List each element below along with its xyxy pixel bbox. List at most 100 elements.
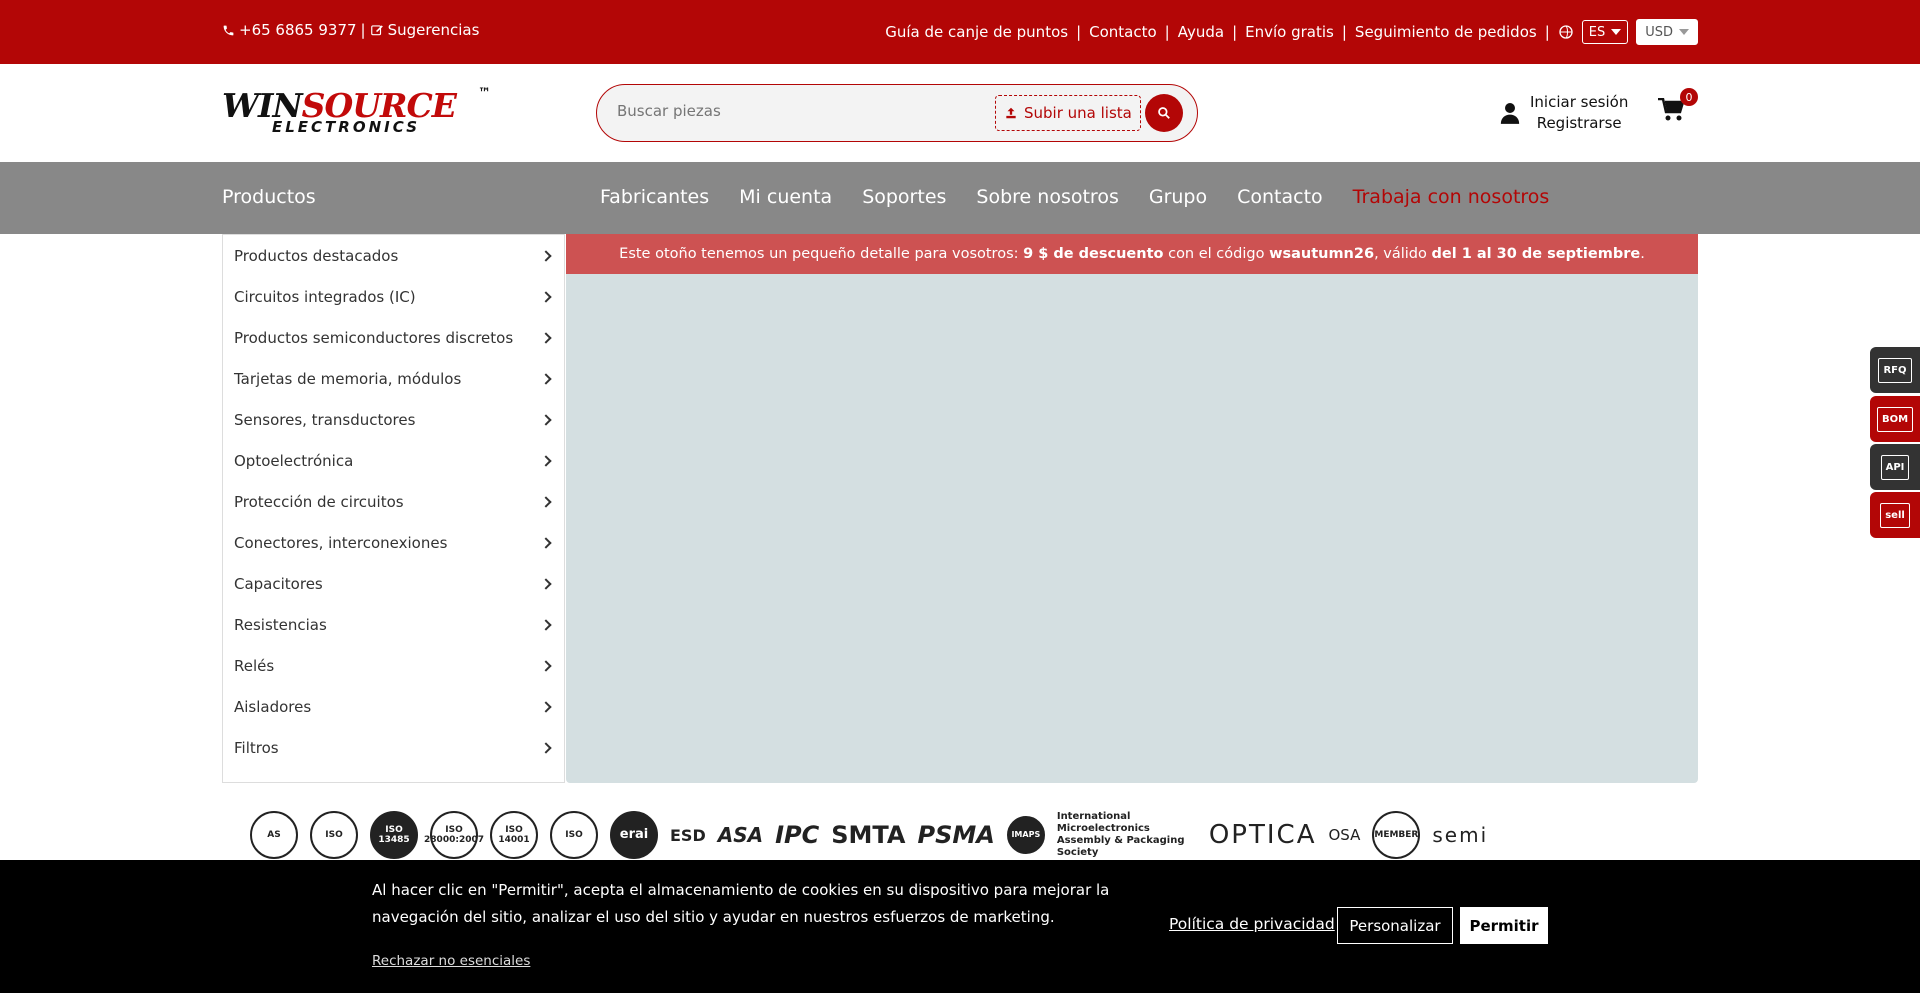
phone-icon — [223, 25, 234, 35]
chevron-right-icon — [540, 700, 552, 713]
nav-contact[interactable]: Contacto — [1237, 186, 1323, 208]
points-guide-link[interactable]: Guía de canje de puntos — [885, 23, 1068, 41]
sidebar-item-label: Resistencias — [234, 615, 327, 634]
chevron-right-icon — [540, 372, 552, 385]
cookie-banner: Al hacer clic en "Permitir", acepta el a… — [0, 860, 1920, 993]
privacy-policy-link[interactable]: Política de privacidad — [1169, 915, 1335, 933]
cert-iso13485-seal: ISO 13485 — [370, 811, 418, 859]
nav-about-us[interactable]: Sobre nosotros — [976, 186, 1118, 208]
sidebar-item-filters[interactable]: Filtros — [223, 727, 564, 768]
cert-iso-seal: ISO — [550, 811, 598, 859]
promo-dates: del 1 al 30 de septiembre — [1431, 246, 1641, 262]
chevron-right-icon — [540, 536, 552, 549]
suggestions-link[interactable]: Sugerencias — [388, 21, 480, 39]
rfq-icon: RFQ — [1878, 357, 1912, 383]
search-input[interactable] — [617, 102, 977, 120]
edit-icon — [370, 25, 383, 36]
user-icon — [1500, 103, 1520, 124]
nav-careers[interactable]: Trabaja con nosotros — [1353, 186, 1550, 208]
main-nav: Productos Fabricantes Mi cuenta Soportes… — [0, 162, 1920, 234]
allow-button[interactable]: Permitir — [1460, 907, 1548, 944]
nav-group[interactable]: Grupo — [1149, 186, 1207, 208]
cert-optica-logo: OPTICA — [1208, 820, 1317, 850]
promo-banner: Este otoño tenemos un pequeño detalle pa… — [566, 234, 1698, 274]
search-icon — [1158, 107, 1170, 119]
sidebar-item-circuit-protection[interactable]: Protección de circuitos — [223, 481, 564, 522]
reject-nonessential-link[interactable]: Rechazar no esenciales — [372, 953, 530, 969]
sidebar-item-isolators[interactable]: Aisladores — [223, 686, 564, 727]
cert-as-seal: AS — [250, 811, 298, 859]
nav-links: Fabricantes Mi cuenta Soportes Sobre nos… — [600, 186, 1549, 208]
language-value: ES — [1588, 24, 1606, 40]
cart-button[interactable]: 0 — [1658, 88, 1698, 126]
separator: | — [360, 21, 366, 39]
promo-part: con el código — [1163, 246, 1270, 262]
order-tracking-link[interactable]: Seguimiento de pedidos — [1355, 23, 1537, 41]
contact-link[interactable]: Contacto — [1089, 23, 1157, 41]
account-links: Iniciar sesión Registrarse — [1530, 92, 1628, 134]
cert-psma-logo: PSMA — [917, 821, 995, 849]
account-area[interactable]: Iniciar sesión Registrarse — [1500, 92, 1628, 134]
globe-icon — [1559, 25, 1573, 39]
nav-manufacturers[interactable]: Fabricantes — [600, 186, 709, 208]
promo-discount: 9 $ de descuento — [1023, 246, 1164, 262]
register-link[interactable]: Registrarse — [1537, 113, 1622, 134]
login-link[interactable]: Iniciar sesión — [1530, 92, 1628, 113]
search-button[interactable] — [1145, 94, 1183, 132]
sidebar-item-featured[interactable]: Productos destacados — [223, 235, 564, 276]
chevron-right-icon — [540, 331, 552, 344]
customize-button[interactable]: Personalizar — [1337, 907, 1453, 944]
cert-smta-logo: SMTA — [831, 821, 906, 849]
cert-imaps-text: International Microelectronics Assembly … — [1056, 811, 1185, 858]
sidebar-item-label: Productos semiconductores discretos — [234, 328, 514, 347]
sidebar-item-integrated-circuits[interactable]: Circuitos integrados (IC) — [223, 276, 564, 317]
phone-link[interactable]: +65 6865 9377 — [239, 21, 357, 39]
sidebar-item-discrete-semiconductors[interactable]: Productos semiconductores discretos — [223, 317, 564, 358]
chevron-right-icon — [540, 413, 552, 426]
logo[interactable]: WINSOURCE ™ ELECTRONICS — [222, 86, 494, 140]
top-bar: +65 6865 9377 | Sugerencias Guía de canj… — [0, 0, 1920, 64]
currency-select[interactable]: USD — [1636, 19, 1698, 45]
api-side-button[interactable]: API — [1870, 444, 1920, 490]
chevron-right-icon — [540, 741, 552, 754]
sidebar-item-memory-cards[interactable]: Tarjetas de memoria, módulos — [223, 358, 564, 399]
currency-value: USD — [1645, 24, 1673, 40]
sidebar-item-label: Filtros — [234, 738, 279, 757]
upload-list-button[interactable]: Subir una lista — [995, 95, 1141, 131]
language-select[interactable]: ES — [1581, 20, 1629, 44]
hero-banner[interactable] — [566, 274, 1698, 783]
sidebar-item-sensors[interactable]: Sensores, transductores — [223, 399, 564, 440]
chevron-right-icon — [540, 618, 552, 631]
separator: | — [1232, 23, 1238, 41]
cert-ipc-logo: IPC — [775, 821, 820, 849]
search-bar: Subir una lista — [596, 84, 1198, 142]
chevron-down-icon — [1611, 29, 1622, 35]
sell-side-button[interactable]: sell — [1870, 492, 1920, 538]
cert-esd-logo: ESD — [670, 825, 706, 845]
sidebar-item-relays[interactable]: Relés — [223, 645, 564, 686]
sidebar-item-label: Productos destacados — [234, 246, 399, 265]
sidebar-item-capacitors[interactable]: Capacitores — [223, 563, 564, 604]
sidebar-item-connectors[interactable]: Conectores, interconexiones — [223, 522, 564, 563]
nav-products[interactable]: Productos — [222, 186, 316, 208]
help-link[interactable]: Ayuda — [1178, 23, 1224, 41]
chevron-down-icon — [1679, 29, 1689, 35]
chevron-right-icon — [540, 659, 552, 672]
sidebar-item-optoelectronics[interactable]: Optoelectrónica — [223, 440, 564, 481]
bom-side-button[interactable]: BOM — [1870, 396, 1920, 442]
nav-my-account[interactable]: Mi cuenta — [739, 186, 832, 208]
chevron-right-icon — [540, 495, 552, 508]
free-shipping-link[interactable]: Envío gratis — [1245, 23, 1334, 41]
sidebar-item-label: Aisladores — [234, 697, 312, 716]
sidebar-item-label: Protección de circuitos — [234, 492, 404, 511]
sidebar-item-resistors[interactable]: Resistencias — [223, 604, 564, 645]
cert-iso14001-seal: ISO 14001 — [490, 811, 538, 859]
header: WINSOURCE ™ ELECTRONICS Subir una lista … — [0, 64, 1920, 162]
chevron-right-icon — [540, 454, 552, 467]
cart-count-badge: 0 — [1680, 88, 1698, 106]
rfq-side-button[interactable]: RFQ — [1870, 347, 1920, 393]
cert-osa-logo: OSA — [1328, 826, 1361, 844]
cert-asa-logo: ASA — [717, 823, 764, 847]
nav-support[interactable]: Soportes — [862, 186, 946, 208]
sidebar-item-label: Conectores, interconexiones — [234, 533, 448, 552]
